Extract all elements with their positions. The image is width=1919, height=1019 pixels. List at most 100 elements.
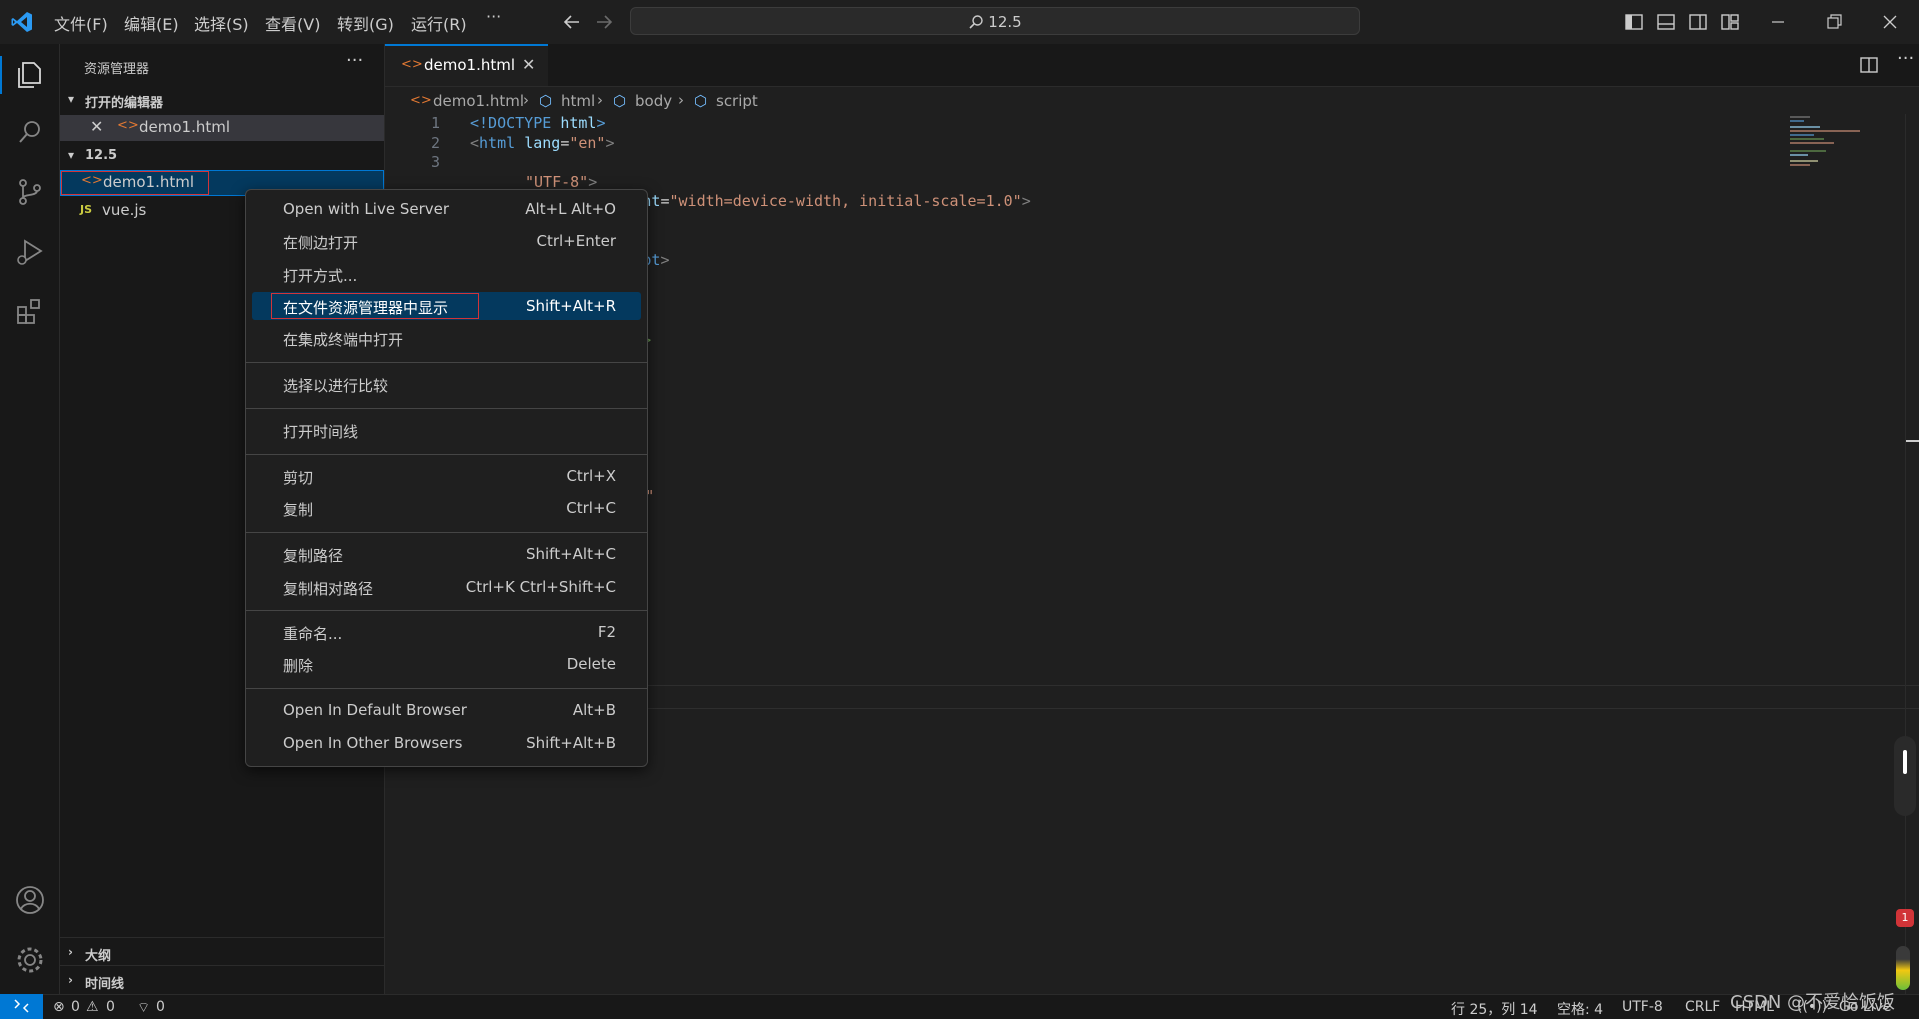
command-center-search[interactable]: 12.5 bbox=[630, 7, 1360, 35]
menu-open-with[interactable]: 打开方式... bbox=[252, 260, 641, 288]
menu-go[interactable]: 转到(G) bbox=[337, 11, 394, 35]
menu-rename[interactable]: 重命名... F2 bbox=[252, 618, 641, 646]
breadcrumb-script[interactable]: script bbox=[716, 92, 758, 110]
line-ending[interactable]: CRLF bbox=[1685, 999, 1720, 1015]
tab-demo1[interactable]: <> demo1.html ✕ bbox=[385, 44, 548, 86]
search-icon bbox=[968, 14, 984, 30]
more-actions-icon[interactable]: ··· bbox=[1897, 48, 1914, 69]
minimap[interactable] bbox=[1790, 114, 1875, 174]
open-editors-header[interactable]: ▾ 打开的编辑器 bbox=[60, 89, 384, 113]
close-icon[interactable]: ✕ bbox=[90, 117, 103, 136]
chevron-right-icon: › bbox=[597, 91, 603, 109]
menu-reveal-in-explorer[interactable]: 在文件资源管理器中显示 Shift+Alt+R bbox=[252, 292, 641, 320]
ports-count[interactable]: 0 bbox=[156, 999, 165, 1015]
timeline-header[interactable]: › 时间线 bbox=[60, 970, 384, 994]
menu-separator bbox=[246, 532, 647, 533]
menu-more[interactable]: ··· bbox=[486, 7, 501, 26]
menu-select-for-compare[interactable]: 选择以进行比较 bbox=[252, 370, 641, 398]
menu-open-timeline[interactable]: 打开时间线 bbox=[252, 416, 641, 444]
error-icon[interactable]: ⊗ bbox=[53, 999, 65, 1015]
status-bar: ⊗ 0 ⚠ 0 ⌔ 0 行 25，列 14 空格: 4 UTF-8 CRLF H… bbox=[0, 992, 1919, 1019]
scroll-position-marker bbox=[1906, 440, 1919, 442]
indentation[interactable]: 空格: 4 bbox=[1557, 999, 1603, 1019]
vscode-logo-icon bbox=[10, 10, 34, 34]
menu-run[interactable]: 运行(R) bbox=[411, 11, 467, 35]
menu-copy-path[interactable]: 复制路径 Shift+Alt+C bbox=[252, 540, 641, 568]
menu-open-to-side[interactable]: 在侧边打开 Ctrl+Enter bbox=[252, 227, 641, 255]
split-editor-icon[interactable] bbox=[1857, 53, 1881, 77]
toggle-secondary-sidebar-icon[interactable] bbox=[1686, 10, 1710, 34]
minimize-window-icon[interactable] bbox=[1766, 10, 1790, 34]
open-editor-label: demo1.html bbox=[139, 118, 231, 136]
run-debug-icon[interactable] bbox=[12, 234, 48, 270]
level-meter bbox=[1896, 946, 1910, 990]
file-label: demo1.html bbox=[103, 173, 195, 191]
line-number: 2 bbox=[430, 133, 440, 152]
outline-header[interactable]: › 大纲 bbox=[60, 942, 384, 966]
forward-arrow-icon[interactable] bbox=[592, 10, 616, 34]
back-arrow-icon[interactable] bbox=[560, 10, 584, 34]
menu-separator bbox=[246, 610, 647, 611]
explorer-icon[interactable] bbox=[12, 57, 48, 93]
search-view-icon[interactable] bbox=[12, 114, 48, 150]
floating-widget[interactable] bbox=[1894, 736, 1916, 816]
code-line: <!DOCTYPE html> bbox=[470, 114, 606, 132]
divider bbox=[60, 937, 384, 938]
search-text: 12.5 bbox=[988, 13, 1022, 31]
warning-count[interactable]: 0 bbox=[106, 999, 115, 1015]
source-control-icon[interactable] bbox=[12, 174, 48, 210]
accounts-icon[interactable] bbox=[12, 882, 48, 918]
menu-copy-relative-path[interactable]: 复制相对路径 Ctrl+K Ctrl+Shift+C bbox=[252, 573, 641, 601]
chevron-down-icon: ▾ bbox=[68, 148, 75, 162]
encoding[interactable]: UTF-8 bbox=[1622, 999, 1663, 1015]
html-file-icon: <> bbox=[117, 118, 139, 133]
close-icon[interactable]: ✕ bbox=[522, 55, 535, 74]
open-editor-item[interactable]: ✕ <> demo1.html bbox=[60, 115, 384, 141]
breadcrumb-html[interactable]: html bbox=[561, 92, 595, 110]
error-count[interactable]: 0 bbox=[71, 999, 80, 1015]
html-file-icon: <> bbox=[401, 57, 423, 72]
explorer-title: 资源管理器 bbox=[84, 62, 150, 77]
code-line: "UTF-8"> bbox=[525, 172, 598, 191]
menu-delete[interactable]: 删除 Delete bbox=[252, 650, 641, 678]
cube-icon: ⬡ bbox=[539, 92, 553, 110]
menu-edit[interactable]: 编辑(E) bbox=[124, 11, 179, 35]
menu-file[interactable]: 文件(F) bbox=[54, 11, 108, 35]
notification-badge[interactable]: 1 bbox=[1896, 909, 1914, 927]
cursor-position[interactable]: 行 25，列 14 bbox=[1451, 999, 1538, 1019]
remote-indicator[interactable] bbox=[0, 994, 43, 1019]
close-window-icon[interactable] bbox=[1878, 10, 1902, 34]
menu-open-live-server[interactable]: Open with Live Server Alt+L Alt+O bbox=[252, 195, 641, 223]
menu-cut[interactable]: 剪切 Ctrl+X bbox=[252, 462, 641, 490]
menu-selection[interactable]: 选择(S) bbox=[194, 11, 249, 35]
customize-layout-icon[interactable] bbox=[1718, 10, 1742, 34]
breadcrumb-body[interactable]: body bbox=[635, 92, 672, 110]
toggle-primary-sidebar-icon[interactable] bbox=[1622, 10, 1646, 34]
restore-window-icon[interactable] bbox=[1822, 10, 1846, 34]
file-label: vue.js bbox=[102, 201, 147, 219]
extensions-icon[interactable] bbox=[12, 294, 48, 330]
menu-view[interactable]: 查看(V) bbox=[265, 11, 320, 35]
folder-header[interactable]: ▾ 12.5 bbox=[60, 145, 384, 169]
line-number: 3 bbox=[430, 153, 440, 171]
menu-copy[interactable]: 复制 Ctrl+C bbox=[252, 494, 641, 522]
code-line: <html lang="en"> bbox=[470, 133, 615, 152]
ports-icon[interactable]: ⌔ bbox=[137, 999, 150, 1017]
context-menu: Open with Live Server Alt+L Alt+O 在侧边打开 Ct… bbox=[245, 189, 648, 767]
manage-gear-icon[interactable] bbox=[12, 942, 48, 978]
breadcrumb-file[interactable]: demo1.html bbox=[433, 92, 524, 110]
menu-open-other-browsers[interactable]: Open In Other Browsers Shift+Alt+B bbox=[252, 729, 641, 757]
menu-open-default-browser[interactable]: Open In Default Browser Alt+B bbox=[252, 696, 641, 724]
line-number: 1 bbox=[430, 114, 440, 132]
vertical-scrollbar[interactable] bbox=[1905, 114, 1919, 994]
html-file-icon: <> bbox=[81, 173, 103, 188]
chevron-down-icon: ▾ bbox=[68, 92, 75, 106]
menu-separator bbox=[246, 688, 647, 689]
more-actions-icon[interactable]: ··· bbox=[346, 50, 363, 71]
menu-open-in-terminal[interactable]: 在集成终端中打开 bbox=[252, 324, 641, 352]
warning-icon[interactable]: ⚠ bbox=[86, 999, 99, 1015]
menu-separator bbox=[246, 408, 647, 409]
toggle-panel-icon[interactable] bbox=[1654, 10, 1678, 34]
chevron-right-icon: › bbox=[68, 973, 73, 987]
active-indicator bbox=[0, 56, 2, 94]
